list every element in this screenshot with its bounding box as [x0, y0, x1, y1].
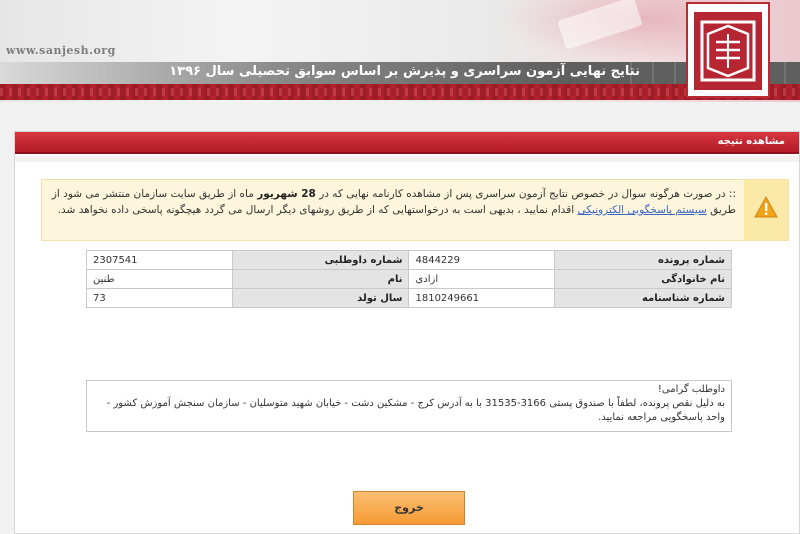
national-id-label: شماره شناسنامه — [554, 288, 732, 308]
national-id-value: 1810249661 — [408, 288, 556, 308]
page-title: نتایج نهایی آزمون سراسری و پذیرش بر اساس… — [169, 64, 640, 79]
last-name-value: ازادی — [408, 269, 556, 289]
birth-year-label: سال تولد — [231, 288, 410, 308]
candidate-number-value: 2307541 — [86, 250, 233, 270]
file-number-label: شماره پرونده — [554, 250, 732, 270]
candidate-number-label: شماره داوطلبی — [231, 250, 410, 270]
site-url: www.sanjesh.org — [6, 44, 116, 57]
alert-text-part3: اقدام نمایید ، بدیهی است به درخواستهایی … — [57, 204, 578, 216]
alert-icon-box — [744, 180, 788, 240]
alert-text: :: در صورت هرگونه سوال در خصوص نتایج آزم… — [46, 186, 736, 218]
alert-date: 28 شهریور — [257, 188, 316, 200]
panel-subband — [15, 156, 799, 162]
first-name-label: نام — [231, 269, 410, 289]
site-header: www.sanjesh.org نتایج نهایی آزمون سراسری… — [0, 0, 800, 102]
result-panel: مشاهده نتیجه :: در صورت هرگونه سوال در خ… — [14, 131, 800, 534]
exit-button[interactable]: خروج — [353, 491, 465, 525]
red-pattern-inner — [0, 88, 800, 96]
electronic-response-link[interactable]: سیستم پاسخگویی الکترونیکی — [577, 204, 706, 216]
table-row: نام خانوادگی ازادی نام طنین — [86, 269, 732, 289]
alert-text-part1: :: در صورت هرگونه سوال در خصوص نتایج آزم… — [315, 188, 736, 200]
message-body: به دلیل نقص پرونده، لطفاً با صندوق پستی … — [106, 398, 725, 423]
last-name-label: نام خانوادگی — [554, 269, 732, 289]
file-number-value: 4844229 — [408, 250, 556, 270]
candidate-message: داوطلب گرامی! به دلیل نقص پرونده، لطفاً … — [86, 380, 732, 432]
panel-title: مشاهده نتیجه — [717, 136, 785, 147]
warning-alert: :: در صورت هرگونه سوال در خصوص نتایج آزم… — [41, 179, 789, 241]
sanjesh-logo — [686, 2, 770, 98]
candidate-info-table: شماره پرونده 4844229 شماره داوطلبی 23075… — [86, 250, 732, 308]
logo-icon — [694, 12, 762, 90]
warning-icon — [754, 196, 778, 218]
first-name-value: طنین — [86, 269, 233, 289]
panel-header: مشاهده نتیجه — [15, 132, 799, 154]
birth-year-value: 73 — [86, 288, 233, 308]
table-row: شماره شناسنامه 1810249661 سال تولد 73 — [86, 288, 732, 308]
message-greeting: داوطلب گرامی! — [657, 384, 725, 395]
table-row: شماره پرونده 4844229 شماره داوطلبی 23075… — [86, 250, 732, 270]
